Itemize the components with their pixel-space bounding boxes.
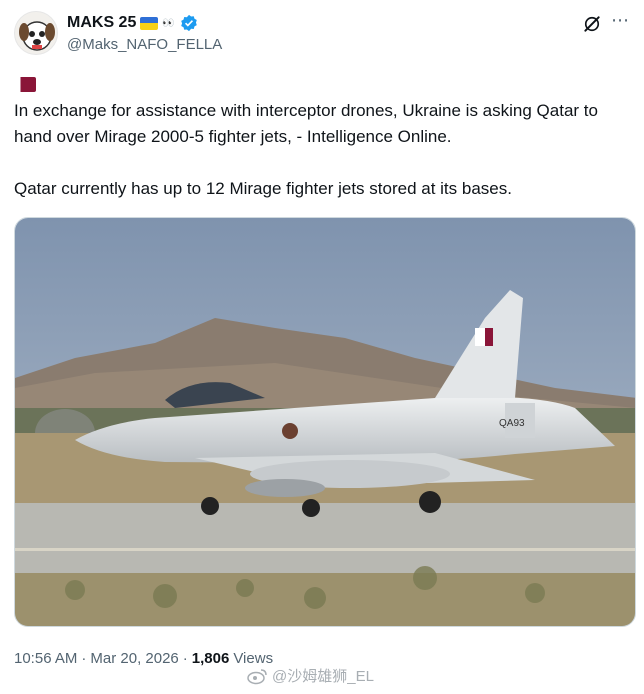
author-name-row[interactable]: MAKS 25 👀 <box>67 12 198 34</box>
mirage-jet-photo: QA93 <box>15 218 635 626</box>
qatar-flag-icon <box>14 77 36 92</box>
author-handle[interactable]: @Maks_NAFO_FELLA <box>67 36 222 53</box>
tweet-media-photo[interactable]: QA93 <box>14 217 636 627</box>
tweet-paragraph-1 <box>14 72 624 98</box>
watermark-text: @沙姆雄狮_EL <box>272 668 374 685</box>
tweet-paragraph-1-text: In exchange for assistance with intercep… <box>14 101 598 146</box>
ukraine-flag-icon <box>41 77 63 92</box>
eyes-emoji: 👀 <box>162 17 176 29</box>
tweet-date[interactable]: Mar 20, 2026 <box>90 650 178 667</box>
grok-icon[interactable] <box>582 14 602 34</box>
views-count: 1,806 <box>191 650 230 667</box>
weibo-watermark: @沙姆雄狮_EL <box>246 665 374 686</box>
avatar-image <box>19 21 55 51</box>
weibo-logo-icon <box>247 668 267 684</box>
tweet-paragraph-2: Qatar currently has up to 12 Mirage figh… <box>14 179 512 198</box>
tail-code: QA93 <box>499 418 525 429</box>
tweet-meta: 10:56 AM · Mar 20, 2026 · 1,806 Views <box>14 650 273 667</box>
tweet-time[interactable]: 10:56 AM <box>14 650 77 667</box>
author-display-name[interactable]: MAKS 25 <box>67 14 136 32</box>
verified-badge-icon[interactable] <box>180 14 198 32</box>
ukraine-flag-icon <box>140 16 159 30</box>
meta-separator: · <box>182 650 188 667</box>
avatar[interactable] <box>14 11 58 55</box>
meta-separator: · <box>81 650 87 667</box>
tweet-text: In exchange for assistance with intercep… <box>14 72 624 202</box>
more-options-icon[interactable]: ⋯ <box>611 10 630 31</box>
